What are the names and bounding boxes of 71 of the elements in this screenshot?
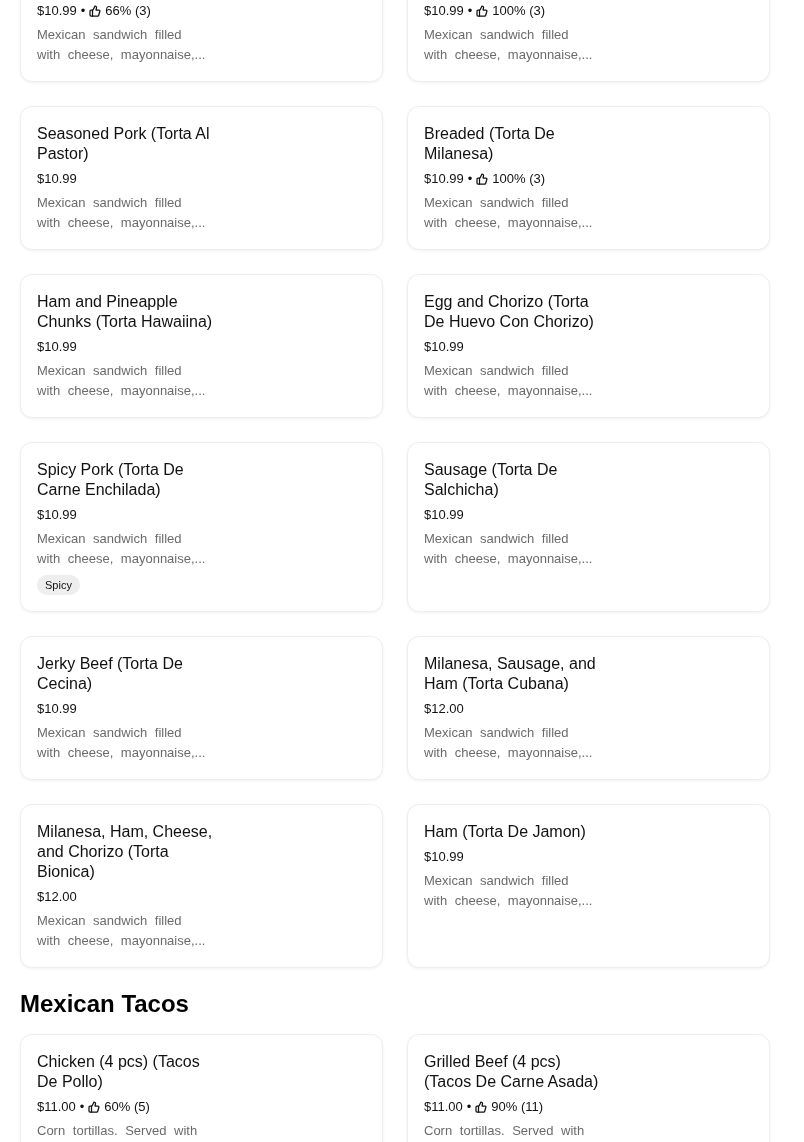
menu-item-card[interactable]: Egg and Chorizo (Torta De Huevo Con Chorizo) $10.99 Mexican sandwich filled with cheese, mayonnaise,... [407,274,770,418]
menu-item-card[interactable]: Ham and Pineapple Chunks (Torta Hawaiina) $10.99 Mexican sandwich filled with cheese, mayonnaise,... [20,274,383,418]
menu-item-card[interactable]: Milanesa, Sausage, and Ham (Torta Cubana) $12.00 Mexican sandwich filled with cheese, mayonnaise,... [407,636,770,780]
item-name: Grilled Beef (4 pcs) (Tacos De Carne Asada) [424,1052,600,1092]
item-description: Mexican sandwich filled with cheese, mayonnaise,... [424,26,594,64]
item-price: $10.99 [424,848,464,866]
item-description: Mexican sandwich filled with cheese, mayonnaise,... [424,872,594,910]
menu-item-card[interactable]: $10.99 • 100% (3) Mexican sandwich filled with cheese, mayonnaise,... [407,0,770,82]
item-price: $12.00 [37,888,77,906]
item-price: $11.00 [424,1098,463,1116]
item-name: Spicy Pork (Torta De Carne Enchilada) [37,460,185,500]
menu-item-card[interactable]: Ham (Torta De Jamon) $10.99 Mexican sandwich filled with cheese, mayonnaise,... [407,804,770,968]
item-description: Mexican sandwich filled with cheese, mayonnaise,... [424,194,594,232]
item-rating: 66% (3) [105,2,151,20]
item-rating: 100% (3) [492,170,546,188]
item-description: Mexican sandwich filled with cheese, mayonnaise,... [37,26,207,64]
item-name: Jerky Beef (Torta De Cecina) [37,654,184,694]
thumbs-up-icon [88,1101,101,1113]
section-heading: Mexican Tacos [20,989,190,1019]
menu-item-card[interactable]: Breaded (Torta De Milanesa) $10.99 • 100% (3) Mexican sandwich filled with cheese, mayonnaise,... [407,106,770,250]
separator-dot: • [467,2,473,20]
item-name: Seasoned Pork (Torta Al Pastor) [37,124,211,164]
menu-item-card[interactable]: Seasoned Pork (Torta Al Pastor) $10.99 Mexican sandwich filled with cheese, mayonnaise,... [20,106,383,250]
item-price: $10.99 [424,338,464,356]
item-price: $10.99 [424,170,464,188]
item-price: $10.99 [424,506,464,524]
menu-item-card[interactable]: $10.99 • 66% (3) Mexican sandwich filled with cheese, mayonnaise,... [20,0,383,82]
item-description: Mexican sandwich filled with cheese, mayonnaise,... [424,530,594,568]
item-price: $10.99 [37,2,77,20]
item-price: $11.00 [37,1098,76,1116]
thumbs-up-icon [476,5,489,17]
item-price: $10.99 [37,170,77,188]
item-name: Ham (Torta De Jamon) [424,822,587,842]
item-name: Breaded (Torta De Milanesa) [424,124,556,164]
separator-dot: • [79,1098,85,1116]
item-price: $10.99 [37,700,77,718]
menu-item-card[interactable]: Jerky Beef (Torta De Cecina) $10.99 Mexican sandwich filled with cheese, mayonnaise,... [20,636,383,780]
item-rating: 90% (11) [491,1098,544,1116]
item-description: Mexican sandwich filled with cheese, mayonnaise,... [37,530,207,568]
tag: Spicy [37,575,80,595]
thumbs-up-icon [89,5,102,17]
separator-dot: • [80,2,86,20]
menu-item-card[interactable]: Sausage (Torta De Salchicha) $10.99 Mexican sandwich filled with cheese, mayonnaise,... [407,442,770,612]
menu-item-card[interactable]: Milanesa, Ham, Cheese, and Chorizo (Torta Bionica) $12.00 Mexican sandwich filled with cheese, mayonnaise,... [20,804,383,968]
separator-dot: • [467,170,473,188]
item-name: Egg and Chorizo (Torta De Huevo Con Chorizo) [424,292,595,332]
thumbs-up-icon [476,173,489,185]
item-description: Mexican sandwich filled with cheese, mayonnaise,... [37,724,207,762]
item-description: Mexican sandwich filled with cheese, mayonnaise,... [424,362,594,400]
item-description: Corn tortillas. Served with [424,1122,586,1140]
thumbs-up-icon [475,1101,488,1113]
item-price: $10.99 [37,506,77,524]
item-rating: 100% (3) [492,2,546,20]
item-name: Milanesa, Ham, Cheese, and Chorizo (Torta Bionica) [37,822,214,882]
item-description: Corn tortillas. Served with [37,1122,199,1140]
menu-item-card[interactable]: Grilled Beef (4 pcs) (Tacos De Carne Asada) $11.00 • 90% (11) Corn tortillas. Served with [407,1034,770,1142]
item-description: Mexican sandwich filled with cheese, mayonnaise,... [37,194,207,232]
item-name: Sausage (Torta De Salchicha) [424,460,559,500]
item-price: $10.99 [424,2,464,20]
item-name: Milanesa, Sausage, and Ham (Torta Cubana) [424,654,597,694]
item-description: Mexican sandwich filled with cheese, mayonnaise,... [424,724,594,762]
item-description: Mexican sandwich filled with cheese, mayonnaise,... [37,912,207,950]
item-price: $12.00 [424,700,464,718]
item-price: $10.99 [37,338,77,356]
item-rating: 60% (5) [104,1098,150,1116]
separator-dot: • [466,1098,472,1116]
item-name: Chicken (4 pcs) (Tacos De Pollo) [37,1052,201,1092]
item-name: Ham and Pineapple Chunks (Torta Hawaiina) [37,292,214,332]
item-description: Mexican sandwich filled with cheese, mayonnaise,... [37,362,207,400]
menu-item-card[interactable]: Chicken (4 pcs) (Tacos De Pollo) $11.00 • 60% (5) Corn tortillas. Served with [20,1034,383,1142]
menu-item-card[interactable]: Spicy Pork (Torta De Carne Enchilada) $10.99 Mexican sandwich filled with cheese, mayonnaise,... Spicy [20,442,383,612]
